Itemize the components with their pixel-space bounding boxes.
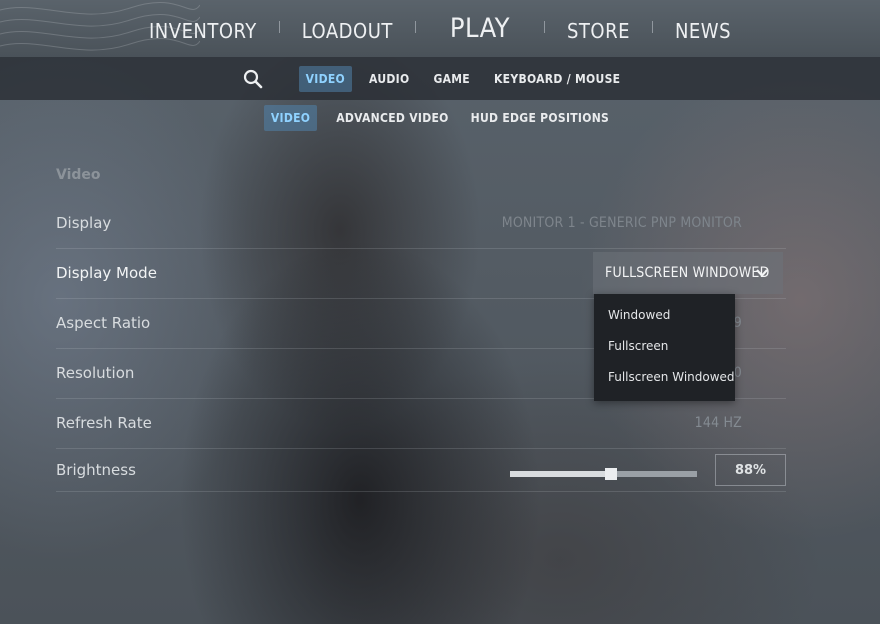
search-icon[interactable] [242, 68, 264, 90]
setting-row-display-mode: Display Mode FULLSCREEN WINDOWED [56, 248, 786, 299]
video-subtabs: VIDEO ADVANCED VIDEO HUD EDGE POSITIONS [0, 105, 880, 131]
slider-thumb[interactable] [604, 468, 617, 480]
tab-game[interactable]: GAME [426, 66, 477, 92]
resolution-value[interactable]: 0 [734, 365, 742, 381]
display-mode-dropdown[interactable]: FULLSCREEN WINDOWED [593, 252, 783, 294]
nav-store[interactable]: STORE [545, 19, 652, 43]
main-navigation-bar: INVENTORY LOADOUT PLAY STORE NEWS [0, 0, 880, 57]
section-title: Video [56, 167, 101, 183]
brightness-value-input[interactable]: 88% [715, 454, 786, 486]
menu-option-fullscreen-windowed[interactable]: Fullscreen Windowed [594, 362, 735, 393]
nav-play[interactable]: PLAY [416, 13, 544, 44]
slider-fill [510, 471, 611, 477]
setting-label: Display [56, 214, 112, 232]
tab-keyboard-mouse[interactable]: KEYBOARD / MOUSE [487, 66, 627, 92]
setting-label: Resolution [56, 364, 135, 382]
setting-label: Refresh Rate [56, 414, 152, 432]
menu-option-fullscreen[interactable]: Fullscreen [594, 331, 735, 362]
tab-video[interactable]: VIDEO [298, 65, 353, 92]
subtab-hud-edge-positions[interactable]: HUD EDGE POSITIONS [464, 105, 617, 131]
menu-option-windowed[interactable]: Windowed [594, 300, 735, 331]
setting-row-refresh-rate: Refresh Rate 144 HZ [56, 398, 786, 449]
nav-news[interactable]: NEWS [653, 19, 753, 43]
refresh-rate-value[interactable]: 144 HZ [695, 415, 742, 431]
dropdown-selected-value: FULLSCREEN WINDOWED [605, 265, 770, 281]
display-value[interactable]: MONITOR 1 - GENERIC PNP MONITOR [502, 215, 742, 231]
subtab-video[interactable]: VIDEO [263, 105, 318, 131]
setting-label: Display Mode [56, 264, 157, 282]
nav-inventory[interactable]: INVENTORY [127, 19, 279, 43]
subtab-advanced-video[interactable]: ADVANCED VIDEO [329, 105, 455, 131]
brightness-slider[interactable] [510, 468, 697, 480]
tab-audio[interactable]: AUDIO [362, 66, 416, 92]
setting-label: Brightness [56, 460, 136, 479]
setting-row-display: Display MONITOR 1 - GENERIC PNP MONITOR [56, 198, 786, 249]
aspect-ratio-value[interactable]: 9 [734, 315, 742, 331]
setting-row-brightness: Brightness 88% [56, 448, 786, 492]
display-mode-menu: Windowed Fullscreen Fullscreen Windowed [594, 294, 735, 401]
nav-loadout[interactable]: LOADOUT [280, 19, 415, 43]
settings-category-tabs: VIDEO AUDIO GAME KEYBOARD / MOUSE [0, 57, 880, 100]
chevron-down-icon [756, 269, 768, 278]
setting-label: Aspect Ratio [56, 314, 151, 332]
